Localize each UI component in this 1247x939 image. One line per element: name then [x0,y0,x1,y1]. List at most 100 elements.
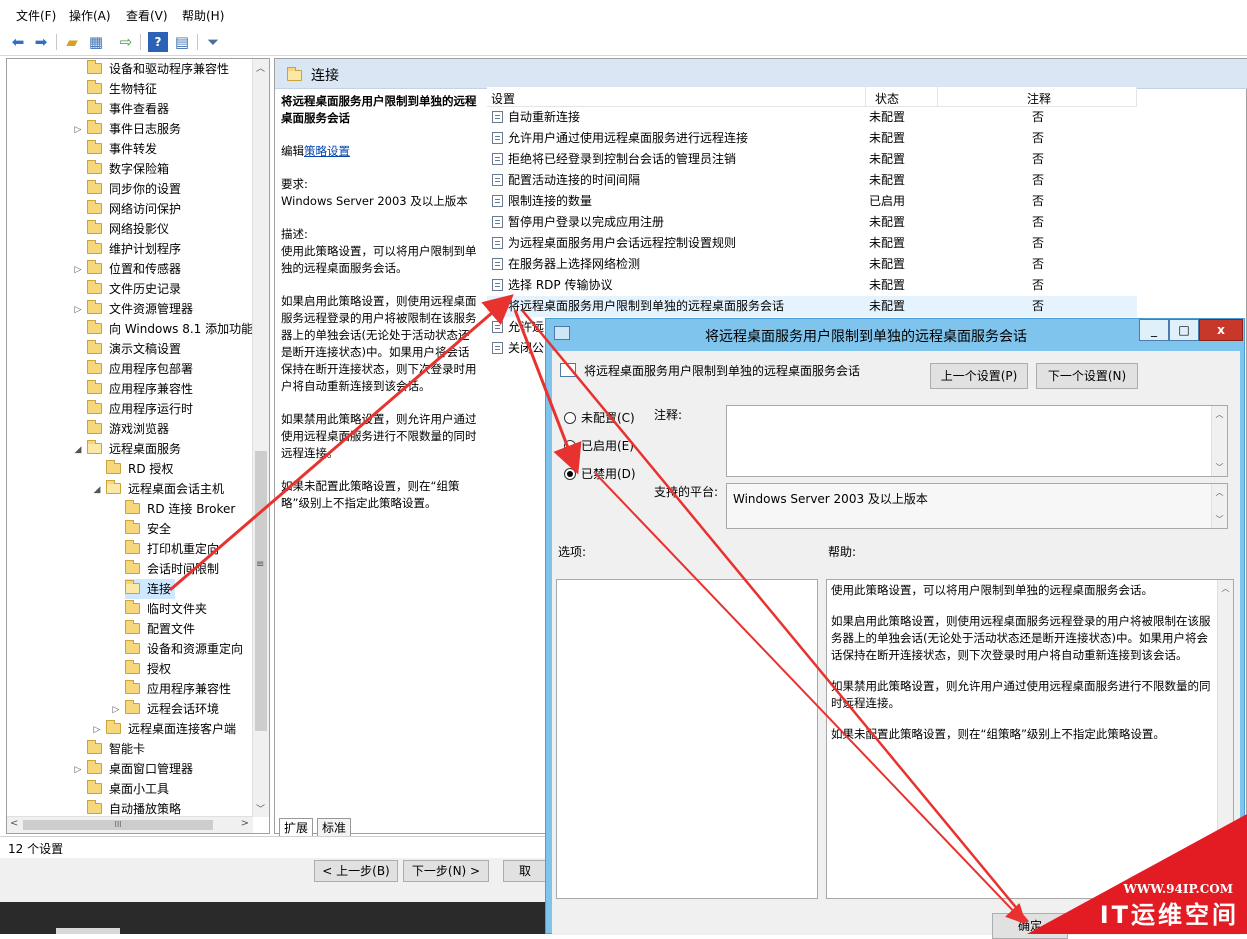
tree-item[interactable]: RD 授权 [106,459,173,479]
tree-item[interactable]: 同步你的设置 [87,179,181,199]
table-row[interactable]: 允许远 [487,317,547,338]
tree-horizontal-scrollbar[interactable]: < III > [7,816,253,833]
collapse-icon[interactable]: ◢ [92,485,102,495]
scroll-right-icon[interactable]: > [241,818,249,829]
table-row[interactable]: 拒绝将已经登录到控制台会话的管理员注销 未配置否 [487,149,1137,170]
tree-item[interactable]: 文件资源管理器 [87,299,193,319]
tree-item[interactable]: 智能卡 [87,739,145,759]
tree-item[interactable]: 授权 [125,659,171,679]
table-row[interactable]: 限制连接的数量 已启用否 [487,191,1137,212]
forward-arrow-icon[interactable]: ➡ [31,32,51,52]
tree-item[interactable]: 游戏浏览器 [87,419,169,439]
tree-item[interactable]: 临时文件夹 [125,599,207,619]
scrollbar-thumb[interactable] [255,451,267,731]
tree-item[interactable]: 应用程序兼容性 [125,679,231,699]
tree-item[interactable]: 安全 [125,519,171,539]
tree-item[interactable]: 配置文件 [125,619,195,639]
radio-disabled[interactable]: 已禁用(D) [564,465,636,482]
tree-item[interactable]: 维护计划程序 [87,239,181,259]
tree-item[interactable]: 应用程序兼容性 [87,379,193,399]
tree-item[interactable]: 演示文稿设置 [87,339,181,359]
expand-icon[interactable]: ▷ [92,725,102,735]
table-row[interactable]: 自动重新连接 未配置否 [487,107,1137,128]
radio-enabled[interactable]: 已启用(E) [564,437,634,454]
tree-item-remote-desktop-services[interactable]: 远程桌面服务 [87,439,181,459]
menu-help[interactable]: 帮助(H) [182,7,224,24]
properties-icon[interactable]: ▤ [172,32,192,52]
tree-item[interactable]: 应用程序运行时 [87,399,193,419]
tree-item[interactable]: RD 连接 Broker [125,499,235,519]
export-icon[interactable]: ⇨ [116,32,136,52]
maximize-button[interactable]: □ [1169,319,1199,341]
tree-item[interactable]: 事件转发 [87,139,157,159]
tree-vertical-scrollbar[interactable]: ︿ ≡ ﹀ [252,59,269,817]
tab-extended[interactable]: 扩展 [279,818,314,836]
expand-icon[interactable]: ▷ [73,305,83,315]
tree-item-session-host[interactable]: 远程桌面会话主机 [106,479,224,499]
scroll-up-icon[interactable]: ︿ [256,61,265,74]
expand-icon[interactable]: ▷ [73,265,83,275]
help-icon[interactable]: ? [148,32,168,52]
wizard-cancel-button[interactable]: 取 [503,860,547,882]
tree-item[interactable]: 网络访问保护 [87,199,181,219]
tree-item[interactable]: 事件查看器 [87,99,169,119]
tree-item[interactable]: 打印机重定向 [125,539,219,559]
tree-item[interactable]: 事件日志服务 [87,119,181,139]
scroll-left-icon[interactable]: < [10,818,18,829]
tree-item[interactable]: 网络投影仪 [87,219,169,239]
tree-item[interactable]: 远程桌面连接客户端 [106,719,236,739]
table-row-selected[interactable]: 将远程桌面服务用户限制到单独的远程桌面服务会话 未配置否 [487,296,1137,317]
tree-item[interactable]: 位置和传感器 [87,259,181,279]
dialog-titlebar[interactable]: 将远程桌面服务用户限制到单独的远程桌面服务会话 _ □ x [546,319,1244,351]
table-row[interactable]: 为远程桌面服务用户会话远程控制设置规则 未配置否 [487,233,1137,254]
up-folder-icon[interactable]: ▰ [62,32,82,52]
collapse-icon[interactable]: ◢ [73,445,83,455]
table-row[interactable]: 暂停用户登录以完成应用注册 未配置否 [487,212,1137,233]
table-row[interactable]: 关闭公 [487,338,547,359]
options-panel [556,579,818,899]
menu-file[interactable]: 文件(F) [16,7,56,24]
column-header-setting[interactable]: 设置 [491,90,515,107]
taskbar-item[interactable] [56,928,120,934]
scroll-down-icon[interactable]: ﹀ [256,802,265,815]
tree-item[interactable]: 向 Windows 8.1 添加功能 [87,319,253,339]
tree-item[interactable]: 桌面窗口管理器 [87,759,193,779]
comment-textarea[interactable]: ︿ ﹀ [726,405,1228,477]
expand-icon[interactable]: ▷ [73,125,83,135]
scrollbar-thumb[interactable]: III [23,820,213,830]
tree-item[interactable]: 远程会话环境 [125,699,219,719]
tree-item[interactable]: 应用程序包部署 [87,359,193,379]
comment-scrollbar[interactable]: ︿ ﹀ [1211,406,1227,476]
previous-setting-button[interactable]: 上一个设置(P) [930,363,1028,389]
tree-item[interactable]: 桌面小工具 [87,779,169,799]
expand-icon[interactable]: ▷ [73,765,83,775]
radio-not-configured[interactable]: 未配置(C) [564,409,635,426]
column-header-comment[interactable]: 注释 [1027,90,1051,107]
back-arrow-icon[interactable]: ⬅ [8,32,28,52]
tab-standard[interactable]: 标准 [317,818,352,836]
platform-scrollbar[interactable]: ︿ ﹀ [1211,484,1227,528]
minimize-button[interactable]: _ [1139,319,1169,341]
tree-item[interactable]: 设备和资源重定向 [125,639,243,659]
tree-item[interactable]: 设备和驱动程序兼容性 [87,59,229,79]
tree-item[interactable]: 数字保险箱 [87,159,169,179]
tree-item-connections[interactable]: 连接 [125,579,176,599]
wizard-back-button[interactable]: < 上一步(B) [314,860,398,882]
show-tree-icon[interactable]: ▦ [86,32,106,52]
tree-item[interactable]: 文件历史记录 [87,279,181,299]
edit-policy-link[interactable]: 策略设置 [304,144,350,158]
table-row[interactable]: 配置活动连接的时间间隔 未配置否 [487,170,1137,191]
menu-action[interactable]: 操作(A) [69,7,111,24]
tree-item[interactable]: 生物特征 [87,79,157,99]
close-button[interactable]: x [1199,319,1243,341]
table-row[interactable]: 在服务器上选择网络检测 未配置否 [487,254,1137,275]
table-row[interactable]: 选择 RDP 传输协议 未配置否 [487,275,1137,296]
filter-icon[interactable]: ⏷ [203,32,223,52]
next-setting-button[interactable]: 下一个设置(N) [1036,363,1138,389]
menu-view[interactable]: 查看(V) [126,7,168,24]
tree-item[interactable]: 会话时间限制 [125,559,219,579]
table-row[interactable]: 允许用户通过使用远程桌面服务进行远程连接 未配置否 [487,128,1137,149]
expand-icon[interactable]: ▷ [111,705,121,715]
wizard-next-button[interactable]: 下一步(N) > [403,860,489,882]
column-header-state[interactable]: 状态 [875,90,899,107]
